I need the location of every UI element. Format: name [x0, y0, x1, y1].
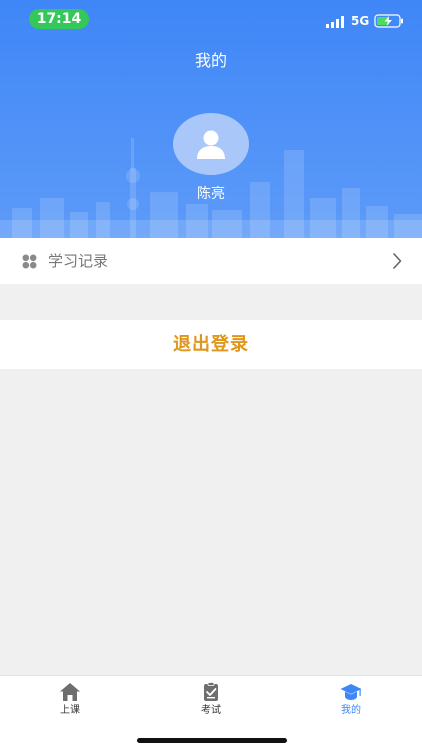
home-icon: [60, 683, 80, 701]
tab-label: 考试: [201, 705, 221, 716]
user-name: 陈亮: [197, 186, 225, 202]
avatar[interactable]: [173, 113, 249, 175]
grid-dots-icon: [22, 254, 37, 269]
battery-charging-icon: [374, 14, 403, 28]
menu-item-study-record[interactable]: 学习记录: [0, 238, 422, 284]
home-indicator: [137, 738, 287, 743]
tab-exam[interactable]: 考试: [171, 682, 251, 722]
profile-header: 17:14 5G 我的 陈亮: [0, 0, 422, 238]
tab-class[interactable]: 上课: [30, 682, 110, 722]
clipboard-check-icon: [204, 682, 218, 701]
menu-item-label: 学习记录: [48, 252, 109, 270]
network-type: 5G: [351, 14, 370, 28]
tab-label: 我的: [341, 705, 361, 716]
tab-mine[interactable]: 我的: [311, 682, 391, 722]
graduation-cap-icon: [340, 684, 362, 700]
user-silhouette-icon: [197, 130, 225, 159]
chevron-right-icon: [393, 253, 402, 269]
page-title: 我的: [194, 51, 227, 70]
tab-label: 上课: [60, 705, 80, 716]
status-bar: 17:14 5G: [0, 0, 422, 40]
status-time: 17:14: [29, 9, 89, 29]
signal-icon: [326, 16, 344, 28]
logout-button[interactable]: 退出登录: [0, 320, 422, 369]
